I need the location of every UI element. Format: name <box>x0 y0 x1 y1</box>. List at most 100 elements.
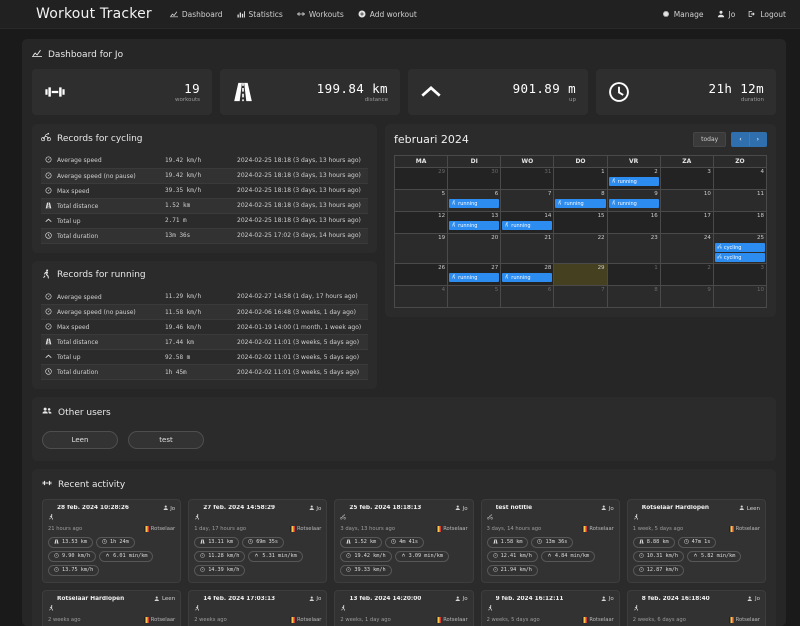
calendar-day-cell[interactable]: 28 running <box>500 263 555 286</box>
nav-link-statistics[interactable]: Statistics <box>237 10 283 19</box>
activity-metric-chip[interactable]: 1.52 km <box>340 536 383 548</box>
activity-metric-chip[interactable]: 8.88 km <box>632 536 675 548</box>
calendar-day-cell[interactable]: 25 cycling cycling <box>712 233 768 264</box>
calendar-prev-button[interactable]: ‹ <box>732 133 750 146</box>
activity-metric-chip[interactable]: 5.82 min/km <box>687 550 742 562</box>
calendar-today-button[interactable]: today <box>693 132 727 147</box>
activity-card[interactable]: test notitie Jo 3 days, 14 hours ago Rotsel… <box>480 499 620 583</box>
calendar-day-cell[interactable]: 14 running <box>500 211 555 234</box>
calendar-day-cell[interactable]: 3 <box>712 263 768 286</box>
calendar-day-cell[interactable]: 31 <box>500 167 555 190</box>
calendar-day-cell[interactable]: 8 running <box>553 189 608 212</box>
calendar-day-cell[interactable]: 22 <box>553 233 608 264</box>
activity-card[interactable]: 13 feb. 2024 14:20:00 Jo 2 weeks, 1 day ag… <box>334 589 474 626</box>
activity-card[interactable]: 8 feb. 2024 16:18:40 Jo 2 weeks, 6 days ag… <box>626 589 766 626</box>
calendar-day-cell[interactable]: 3 <box>659 167 714 190</box>
calendar-day-cell[interactable]: 23 <box>606 233 661 264</box>
calendar-day-cell[interactable]: 4 <box>393 285 449 308</box>
activity-card[interactable]: Rotselaar Hardlopen Leen 2 weeks ago Rotsel… <box>42 589 182 626</box>
activity-metric-chip[interactable]: 9.90 km/h <box>48 550 97 562</box>
activity-metric-chip[interactable]: 39.33 km/h <box>340 564 392 576</box>
nav-link-dashboard[interactable]: Dashboard <box>169 10 223 19</box>
calendar-day-cell[interactable]: 9 <box>659 285 714 308</box>
calendar-day-cell[interactable]: 10 <box>659 189 714 212</box>
calendar-day-cell[interactable]: 19 <box>393 233 449 264</box>
calendar-day-cell[interactable]: 20 <box>447 233 502 264</box>
calendar-day-cell[interactable]: 11 <box>712 189 768 212</box>
calendar-day-cell[interactable]: 5 <box>393 189 449 212</box>
activity-metric-chip[interactable]: 13.75 km/h <box>48 564 100 576</box>
calendar-day-cell[interactable]: 6 <box>500 285 555 308</box>
activity-card[interactable]: 9 feb. 2024 16:12:11 Jo 2 weeks, 5 days ag… <box>480 589 620 626</box>
calendar-day-cell[interactable]: 30 <box>447 167 502 190</box>
activity-metric-chip[interactable]: 3.09 min/km <box>394 550 449 562</box>
activity-metric-chip[interactable]: 13.11 km <box>194 536 240 548</box>
activity-metric-chip[interactable]: 12.41 km/h <box>486 550 538 562</box>
calendar-day-cell[interactable]: 12 <box>393 211 449 234</box>
activity-metric-chip[interactable]: 69m 35s <box>242 536 285 548</box>
activity-metric-chip[interactable]: 1h 24m <box>96 536 135 548</box>
activity-metric-chip[interactable]: 12.87 km/h <box>632 564 685 576</box>
activity-metric-chip[interactable]: 1.58 km <box>486 536 529 548</box>
activity-metric-chip[interactable]: 10.31 km/h <box>632 550 685 562</box>
calendar-day-cell[interactable]: 24 <box>659 233 714 264</box>
nav-link-jo[interactable]: Jo <box>717 10 735 19</box>
calendar-event[interactable]: cycling <box>714 243 765 252</box>
calendar-day-cell[interactable]: 1 <box>606 263 661 286</box>
calendar-grid[interactable]: MA DI WO DO VR ZA ZO 29 30 31 1 2 running 3 4 5 6 runnin… <box>393 155 768 308</box>
activity-metric-chip[interactable]: 13m 36s <box>531 536 574 548</box>
calendar-day-cell[interactable]: 13 running <box>447 211 502 234</box>
activity-metric-chip[interactable]: 4m 41s <box>385 536 425 548</box>
calendar-day-cell[interactable]: 2 <box>659 263 714 286</box>
activity-metric-chip[interactable]: 14.39 km/h <box>194 564 246 576</box>
calendar-event[interactable]: running <box>502 273 553 282</box>
calendar-day-cell[interactable]: 16 <box>606 211 661 234</box>
calendar-day-cell[interactable]: 10 <box>712 285 768 308</box>
activity-card[interactable]: 14 feb. 2024 17:03:13 Jo 2 weeks ago Rotsel… <box>188 589 328 626</box>
calendar-next-button[interactable]: › <box>750 133 766 146</box>
calendar-day-cell[interactable]: 17 <box>659 211 714 234</box>
calendar-day-cell[interactable]: 15 <box>553 211 608 234</box>
calendar-event[interactable]: running <box>555 199 606 208</box>
activity-metric-chip[interactable]: 6.01 min/km <box>99 550 154 562</box>
calendar-event[interactable]: running <box>449 221 500 230</box>
activity-metric-chip[interactable]: 19.42 km/h <box>340 550 392 562</box>
nav-link-add-workout[interactable]: Add workout <box>358 10 417 19</box>
activity-metric-chip[interactable]: 13.53 km <box>48 536 93 548</box>
calendar-day-cell[interactable]: 1 <box>553 167 608 190</box>
activity-metric-chip[interactable]: 4.84 min/km <box>540 550 596 562</box>
calendar-day-cell[interactable]: 6 running <box>447 189 502 212</box>
calendar-day-cell[interactable]: 7 <box>553 285 608 308</box>
calendar-event[interactable]: running <box>449 273 500 282</box>
calendar-day-cell[interactable]: 7 <box>500 189 555 212</box>
calendar-day-cell[interactable]: 29 <box>553 263 608 286</box>
activity-card[interactable]: Rotselaar Hardlopen Leen 1 week, 5 days ag… <box>626 499 766 583</box>
activity-card[interactable]: 28 feb. 2024 10:28:26 Jo 21 hours ago Rotse… <box>42 499 182 583</box>
calendar-event[interactable]: running <box>449 199 500 208</box>
calendar-event[interactable]: running <box>608 199 659 208</box>
calendar-day-cell[interactable]: 26 <box>393 263 449 286</box>
nav-link-manage[interactable]: Manage <box>662 10 704 19</box>
other-user-button[interactable]: Leen <box>42 431 118 449</box>
other-user-button[interactable]: test <box>128 431 204 449</box>
activity-metric-chip[interactable]: 21.94 km/h <box>486 564 538 576</box>
calendar-day-cell[interactable]: 4 <box>712 167 768 190</box>
calendar-event[interactable]: running <box>502 221 553 230</box>
nav-link-workouts[interactable]: Workouts <box>297 10 344 19</box>
app-brand[interactable]: Workout Tracker <box>36 6 152 22</box>
calendar-day-cell[interactable]: 9 running <box>606 189 661 212</box>
nav-link-logout[interactable]: Logout <box>748 10 786 19</box>
calendar-day-cell[interactable]: 21 <box>500 233 555 264</box>
activity-metric-chip[interactable]: 11.28 km/h <box>194 550 246 562</box>
calendar-day-cell[interactable]: 27 running <box>447 263 502 286</box>
calendar-event[interactable]: running <box>608 177 659 186</box>
activity-card[interactable]: 25 feb. 2024 18:18:13 Jo 3 days, 13 hours … <box>334 499 474 583</box>
calendar-day-cell[interactable]: 5 <box>447 285 502 308</box>
activity-metric-chip[interactable]: 5.31 min/km <box>248 550 303 562</box>
activity-metric-chip[interactable]: 47m 1s <box>677 536 717 548</box>
activity-card[interactable]: 27 feb. 2024 14:58:29 Jo 1 day, 17 hours a… <box>188 499 328 583</box>
calendar-day-cell[interactable]: 2 running <box>606 167 661 190</box>
calendar-day-cell[interactable]: 8 <box>606 285 661 308</box>
calendar-event[interactable]: cycling <box>714 253 765 262</box>
calendar-day-cell[interactable]: 18 <box>712 211 768 234</box>
